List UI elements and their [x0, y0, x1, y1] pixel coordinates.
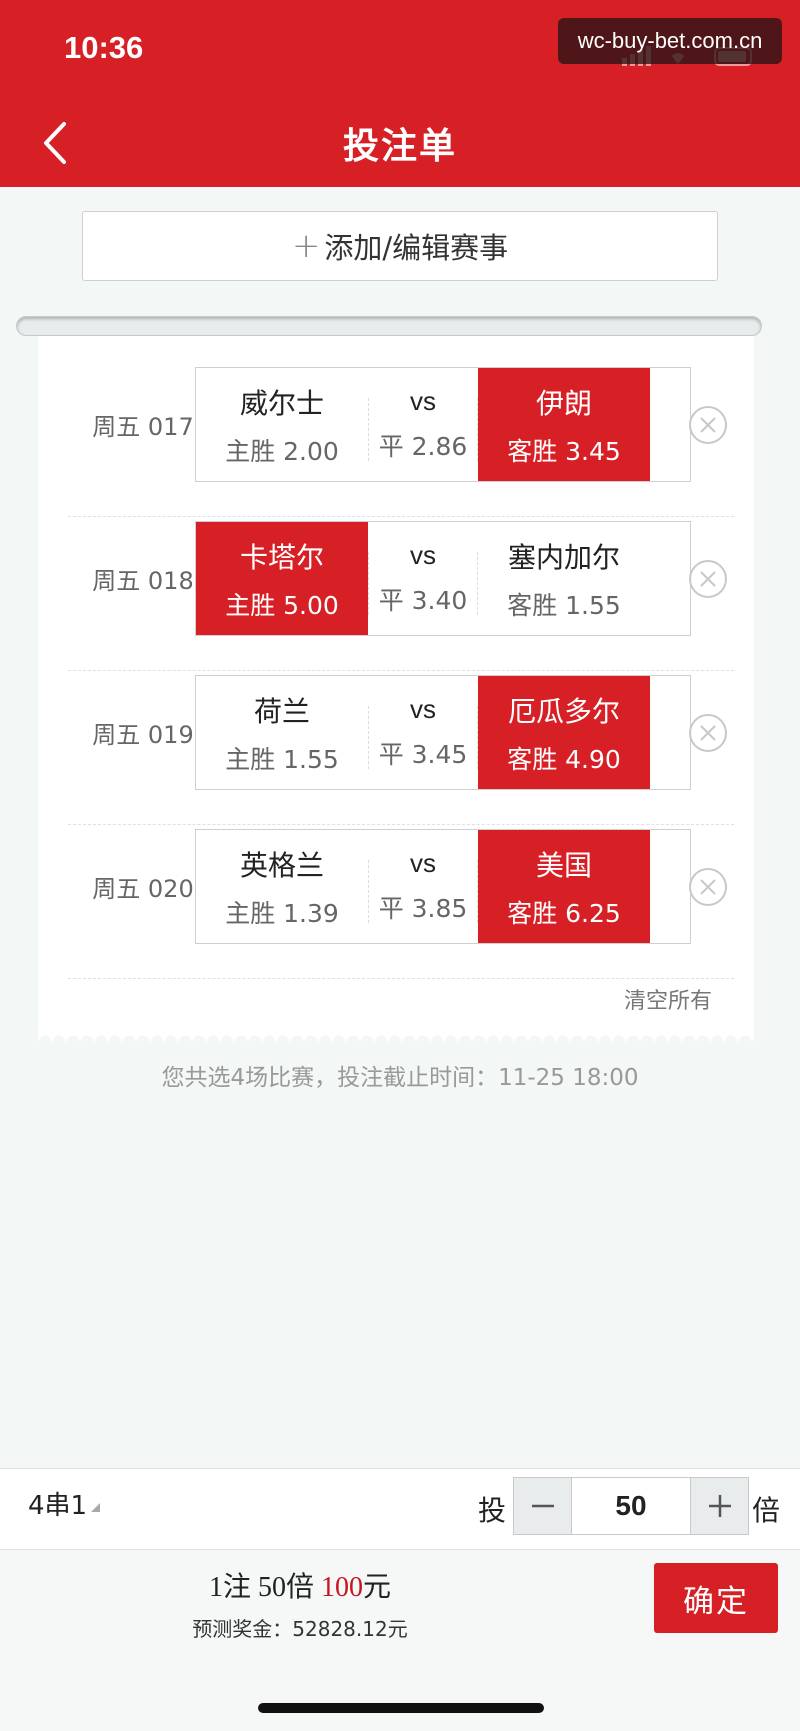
close-circle-icon: [689, 406, 727, 444]
row-divider: [68, 824, 734, 825]
add-edit-label: 添加/编辑赛事: [324, 231, 509, 265]
away-odds: 客胜 3.45: [507, 436, 621, 466]
remove-match-button[interactable]: [688, 405, 728, 445]
status-time: 10:36: [64, 30, 144, 65]
draw-odds: 平 2.86: [378, 432, 468, 461]
close-circle-icon: [689, 560, 727, 598]
away-odds: 客胜 6.25: [507, 898, 621, 928]
home-odds: 主胜 1.39: [225, 898, 339, 928]
away-win-option[interactable]: 伊朗 客胜 3.45: [478, 368, 650, 481]
match-options: 英格兰 主胜 1.39 vs 平 3.85 美国 客胜 6.25: [195, 829, 691, 944]
close-circle-icon: [689, 868, 727, 906]
draw-option[interactable]: vs 平 2.86: [368, 368, 478, 481]
plus-icon: +: [291, 226, 321, 266]
draw-odds: 平 3.85: [378, 894, 468, 923]
prize-value: 52828.12元: [292, 1617, 408, 1641]
ticket-rail: [16, 316, 762, 336]
home-win-option[interactable]: 荷兰 主胜 1.55: [196, 676, 368, 789]
multiplier-suffix: 倍: [752, 1494, 781, 1527]
watermark: wc-buy-bet.com.cn: [558, 18, 782, 64]
bet-amount: 100: [321, 1572, 363, 1603]
away-win-option[interactable]: 厄瓜多尔 客胜 4.90: [478, 676, 650, 789]
home-team: 威尔士: [239, 386, 324, 420]
match-row: 周五 018 卡塔尔 主胜 5.00 vs 平 3.40 塞内加尔 客胜 1.5…: [38, 521, 754, 671]
vs-label: vs: [410, 848, 436, 878]
bet-total: 1注 50倍 100元: [0, 1565, 600, 1605]
away-win-option[interactable]: 美国 客胜 6.25: [478, 830, 650, 943]
prize-label: 预测奖金：: [192, 1617, 293, 1641]
header-bar: 10:36 wc-buy-bet.com.cn 投注单: [0, 0, 800, 187]
match-options: 威尔士 主胜 2.00 vs 平 2.86 伊朗 客胜 3.45: [195, 367, 691, 482]
away-odds: 客胜 1.55: [507, 590, 621, 620]
match-row: 周五 017 威尔士 主胜 2.00 vs 平 2.86 伊朗 客胜 3.45: [38, 367, 754, 517]
close-circle-icon: [689, 714, 727, 752]
add-edit-matches-button[interactable]: + 添加/编辑赛事: [82, 211, 718, 281]
draw-option[interactable]: vs 平 3.85: [368, 830, 478, 943]
pass-type-label: 4串1: [28, 1491, 88, 1521]
remove-match-button[interactable]: [688, 713, 728, 753]
away-odds: 客胜 4.90: [507, 744, 621, 774]
increase-multiplier-button[interactable]: [690, 1478, 748, 1534]
home-team: 卡塔尔: [239, 540, 324, 574]
home-win-option[interactable]: 威尔士 主胜 2.00: [196, 368, 368, 481]
home-odds: 主胜 2.00: [225, 436, 339, 466]
predicted-prize: 预测奖金：52828.12元: [0, 1613, 600, 1642]
remove-match-button[interactable]: [688, 867, 728, 907]
home-team: 荷兰: [253, 694, 310, 728]
minus-icon: [531, 1504, 554, 1508]
away-team: 塞内加尔: [507, 540, 620, 574]
home-team: 英格兰: [239, 848, 324, 882]
vs-label: vs: [410, 694, 436, 724]
currency-label: 元: [363, 1572, 392, 1603]
multiplier-stepper: [513, 1477, 749, 1535]
vs-label: vs: [410, 386, 436, 416]
home-win-option[interactable]: 英格兰 主胜 1.39: [196, 830, 368, 943]
draw-odds: 平 3.40: [378, 586, 468, 615]
match-row: 周五 019 荷兰 主胜 1.55 vs 平 3.45 厄瓜多尔 客胜 4.90: [38, 675, 754, 825]
plus-icon: [708, 1495, 731, 1517]
ticket-serrated-edge: [38, 1028, 754, 1042]
confirm-button[interactable]: 确定: [654, 1563, 778, 1633]
row-divider: [68, 670, 734, 671]
draw-option[interactable]: vs 平 3.45: [368, 676, 478, 789]
bet-count: 1注 50倍: [208, 1572, 314, 1603]
home-odds: 主胜 5.00: [225, 590, 339, 620]
away-win-option[interactable]: 塞内加尔 客胜 1.55: [478, 522, 650, 635]
remove-match-button[interactable]: [688, 559, 728, 599]
multiplier-input[interactable]: [572, 1478, 690, 1534]
match-options: 卡塔尔 主胜 5.00 vs 平 3.40 塞内加尔 客胜 1.55: [195, 521, 691, 636]
clear-all-button[interactable]: 清空所有: [624, 983, 712, 1015]
draw-option[interactable]: vs 平 3.40: [368, 522, 478, 635]
decrease-multiplier-button[interactable]: [514, 1478, 572, 1534]
corner-triangle-icon: [91, 1503, 101, 1512]
home-win-option[interactable]: 卡塔尔 主胜 5.00: [196, 522, 368, 635]
vs-label: vs: [410, 540, 436, 570]
page-title: 投注单: [342, 126, 457, 167]
match-options: 荷兰 主胜 1.55 vs 平 3.45 厄瓜多尔 客胜 4.90: [195, 675, 691, 790]
away-team: 伊朗: [535, 386, 592, 420]
away-team: 美国: [535, 848, 592, 882]
selection-summary: 您共选4场比赛，投注截止时间：11-25 18:00: [161, 1065, 639, 1091]
away-team: 厄瓜多尔: [507, 694, 620, 728]
match-row: 周五 020 英格兰 主胜 1.39 vs 平 3.85 美国 客胜 6.25: [38, 829, 754, 979]
home-indicator: [258, 1703, 544, 1713]
row-divider: [68, 978, 734, 979]
draw-odds: 平 3.45: [378, 740, 468, 769]
row-divider: [68, 516, 734, 517]
pass-type-selector[interactable]: 4串1: [28, 1485, 101, 1522]
home-odds: 主胜 1.55: [225, 744, 339, 774]
multiplier-prefix: 投: [478, 1494, 507, 1527]
bet-options-bar: 4串1 投 倍: [0, 1468, 800, 1550]
